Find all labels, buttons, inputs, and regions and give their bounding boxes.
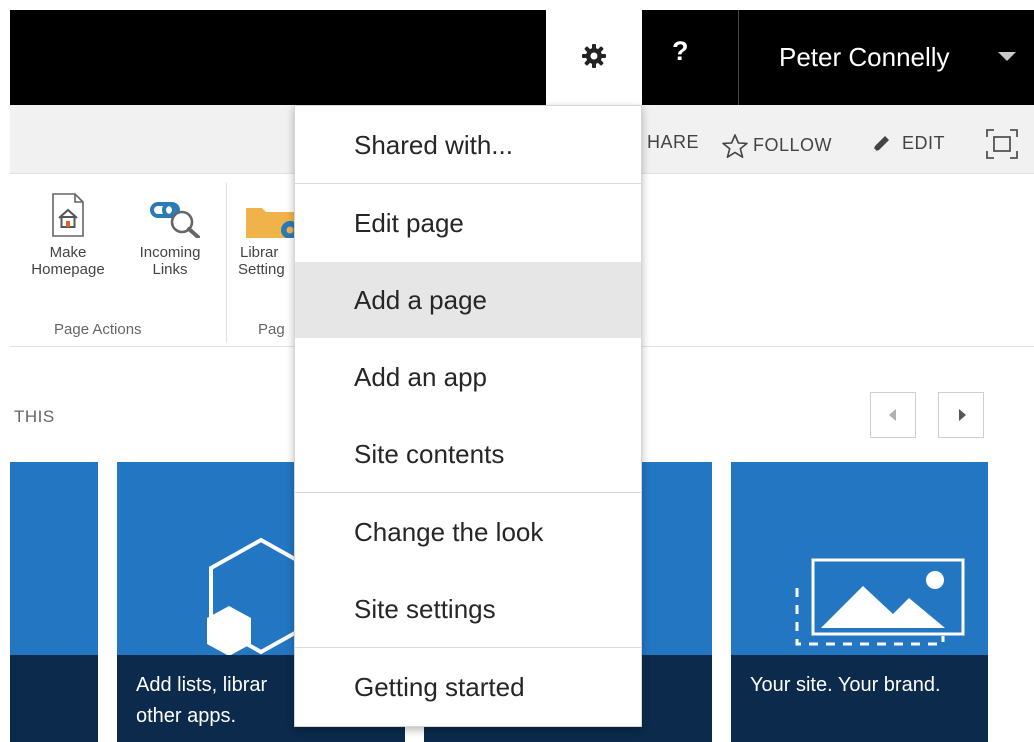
library-settings-label-1: Librar (240, 244, 279, 261)
getting-started-label: THIS (14, 407, 55, 426)
user-name[interactable]: Peter Connelly (779, 44, 950, 70)
tile-caption: Your site. Your brand. (731, 655, 988, 742)
getting-started-tile[interactable] (10, 462, 98, 742)
incoming-links-label-2: Links (152, 261, 188, 278)
focus-on-content-button[interactable] (985, 128, 1019, 160)
previous-tile-button[interactable] (870, 392, 916, 438)
menu-item-site-settings[interactable]: Site settings (295, 571, 641, 647)
menu-item-add-a-page[interactable]: Add a page (295, 262, 641, 338)
tile-caption-line-2: other apps. (136, 705, 237, 727)
tile-caption-line-1: Add lists, librar (136, 674, 268, 696)
menu-item-site-contents[interactable]: Site contents (295, 416, 641, 492)
group-label-page-actions: Page Actions (54, 321, 142, 338)
focus-icon (986, 129, 1018, 159)
image-icon (795, 558, 965, 646)
settings-gear-icon (582, 44, 606, 68)
menu-item-change-the-look[interactable]: Change the look (295, 494, 641, 570)
library-settings-button[interactable]: Librar Setting (236, 200, 294, 278)
edit-action[interactable]: EDIT (870, 133, 945, 155)
library-settings-icon (246, 208, 294, 238)
menu-item-edit-page[interactable]: Edit page (295, 185, 641, 261)
pencil-icon (873, 136, 889, 152)
getting-started-tile-brand[interactable]: Your site. Your brand. (731, 462, 988, 742)
next-tile-button[interactable] (938, 392, 984, 438)
share-action[interactable]: HARE (647, 133, 699, 151)
menu-item-getting-started[interactable]: Getting started (295, 649, 641, 725)
make-homepage-label-2: Homepage (31, 261, 105, 278)
menu-item-shared-with[interactable]: Shared with... (295, 107, 641, 183)
group-label-page-library: Pag (258, 321, 285, 338)
menu-divider (295, 647, 641, 648)
menu-divider (295, 492, 641, 493)
edit-label: EDIT (902, 132, 946, 153)
library-settings-label-2: Setting (238, 261, 285, 278)
follow-label: FOLLOW (753, 134, 833, 155)
settings-menu: Shared with... Edit page Add a page Add … (294, 105, 642, 727)
chevron-right-icon (959, 409, 966, 421)
incoming-links-button[interactable]: Incoming Links (124, 200, 216, 278)
incoming-links-icon (150, 202, 200, 238)
make-homepage-button[interactable]: Make Homepage (16, 192, 120, 278)
follow-action[interactable]: FOLLOW (721, 133, 832, 159)
caret-down-icon[interactable] (998, 52, 1016, 61)
star-icon (722, 134, 748, 159)
chevron-left-icon (889, 409, 896, 421)
suite-bar-divider (738, 10, 739, 105)
ribbon-group-separator (226, 183, 227, 343)
menu-item-add-an-app[interactable]: Add an app (295, 339, 641, 415)
menu-divider (295, 183, 641, 184)
share-label: HARE (647, 132, 700, 152)
incoming-links-label-1: Incoming (139, 244, 201, 261)
make-homepage-label-1: Make (49, 244, 87, 261)
settings-button[interactable] (546, 10, 642, 105)
help-button[interactable]: ? (672, 38, 689, 65)
tile-caption (10, 655, 98, 742)
homepage-icon (52, 193, 84, 237)
